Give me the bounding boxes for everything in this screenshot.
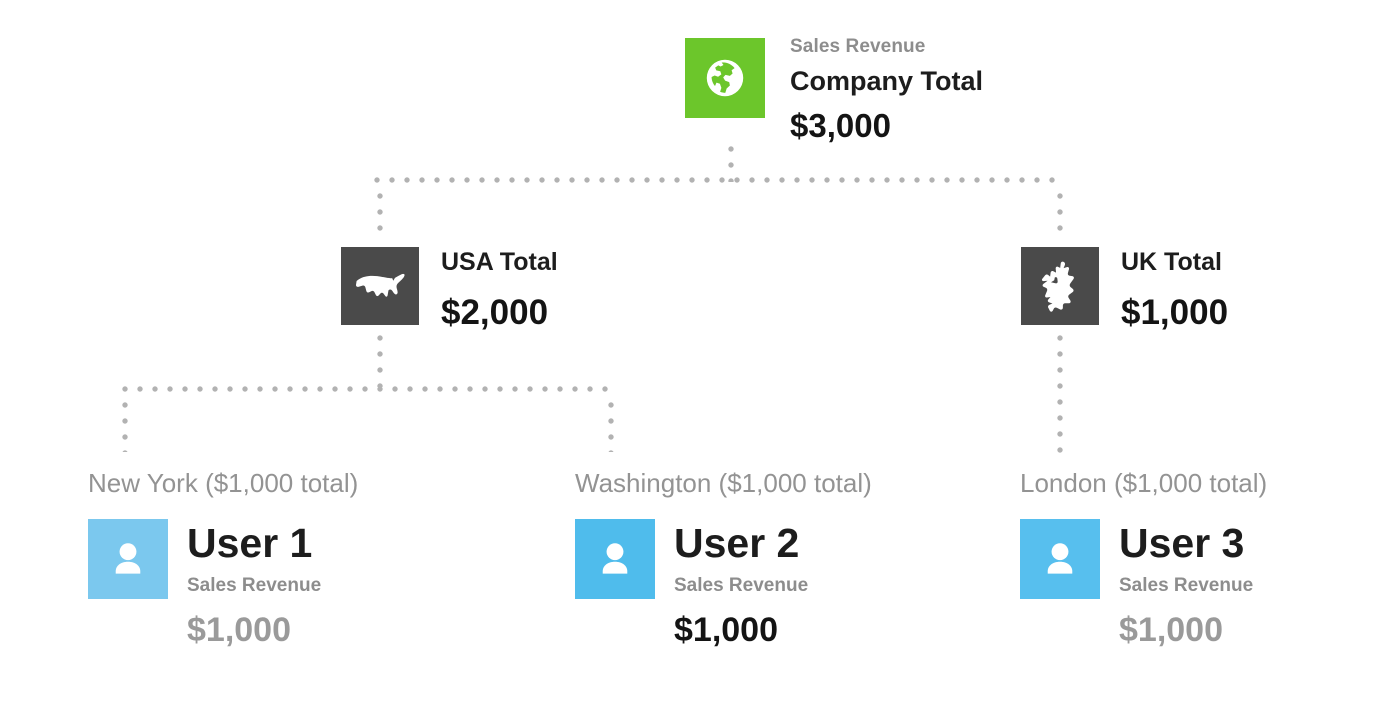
city-label-london: London ($1,000 total) (1020, 468, 1268, 498)
user-3-amount: $1,000 (1119, 611, 1223, 649)
node-user-1[interactable]: User 1 Sales Revenue $1,000 (88, 519, 358, 647)
node-usa-total[interactable]: USA Total $2,000 (341, 247, 558, 330)
user-1-text: User 1 Sales Revenue $1,000 (187, 520, 322, 649)
globe-icon (685, 38, 765, 118)
company-title: Company Total (790, 66, 984, 96)
node-user-2[interactable]: User 2 Sales Revenue $1,000 (575, 519, 872, 647)
usa-total-text: USA Total $2,000 (441, 248, 558, 332)
connector-usa-drop (377, 193, 383, 238)
user-2-amount: $1,000 (674, 611, 778, 649)
city-label-washington: Washington ($1,000 total) (575, 468, 872, 498)
uk-total-text: UK Total $1,000 (1121, 248, 1229, 332)
connector-usa-children-bus (122, 386, 614, 392)
user-avatar-icon (88, 519, 168, 599)
usa-amount: $2,000 (441, 293, 549, 332)
connector-main-bus (374, 177, 1064, 183)
user-2-kicker: Sales Revenue (674, 575, 809, 596)
user-1-kicker: Sales Revenue (187, 575, 322, 596)
uk-map-icon (1021, 247, 1099, 325)
connector-uk-drop (1057, 193, 1063, 238)
usa-map-icon (341, 247, 419, 325)
connector-usa-stem (377, 335, 383, 387)
usa-title: USA Total (441, 248, 558, 276)
company-kicker: Sales Revenue (790, 36, 926, 57)
user-3-name: User 3 (1119, 520, 1245, 566)
uk-title: UK Total (1121, 248, 1222, 276)
user-1-name: User 1 (187, 520, 313, 566)
company-total-text: Sales Revenue Company Total $3,000 (790, 37, 983, 142)
user-2-name: User 2 (674, 520, 800, 566)
user-avatar-icon (1020, 519, 1100, 599)
user-1-amount: $1,000 (187, 611, 291, 649)
group-city-newyork: New York ($1,000 total) User 1 Sales Rev… (88, 470, 358, 647)
company-amount: $3,000 (790, 107, 891, 144)
user-3-text: User 3 Sales Revenue $1,000 (1119, 520, 1254, 649)
node-uk-total[interactable]: UK Total $1,000 (1021, 247, 1228, 330)
node-user-3[interactable]: User 3 Sales Revenue $1,000 (1020, 519, 1267, 647)
user-2-text: User 2 Sales Revenue $1,000 (674, 520, 809, 649)
diagram-canvas: Sales Revenue Company Total $3,000 USA T… (0, 0, 1400, 728)
group-city-washington: Washington ($1,000 total) User 2 Sales R… (575, 470, 872, 647)
connector-london-drop (1057, 335, 1063, 455)
connector-newyork-drop (122, 402, 128, 452)
uk-amount: $1,000 (1121, 293, 1229, 332)
node-company-total[interactable]: Sales Revenue Company Total $3,000 (685, 37, 983, 142)
city-label-newyork: New York ($1,000 total) (88, 468, 359, 498)
user-3-kicker: Sales Revenue (1119, 575, 1254, 596)
group-city-london: London ($1,000 total) User 3 Sales Reven… (1020, 470, 1267, 647)
connector-washington-drop (608, 402, 614, 452)
user-avatar-icon (575, 519, 655, 599)
